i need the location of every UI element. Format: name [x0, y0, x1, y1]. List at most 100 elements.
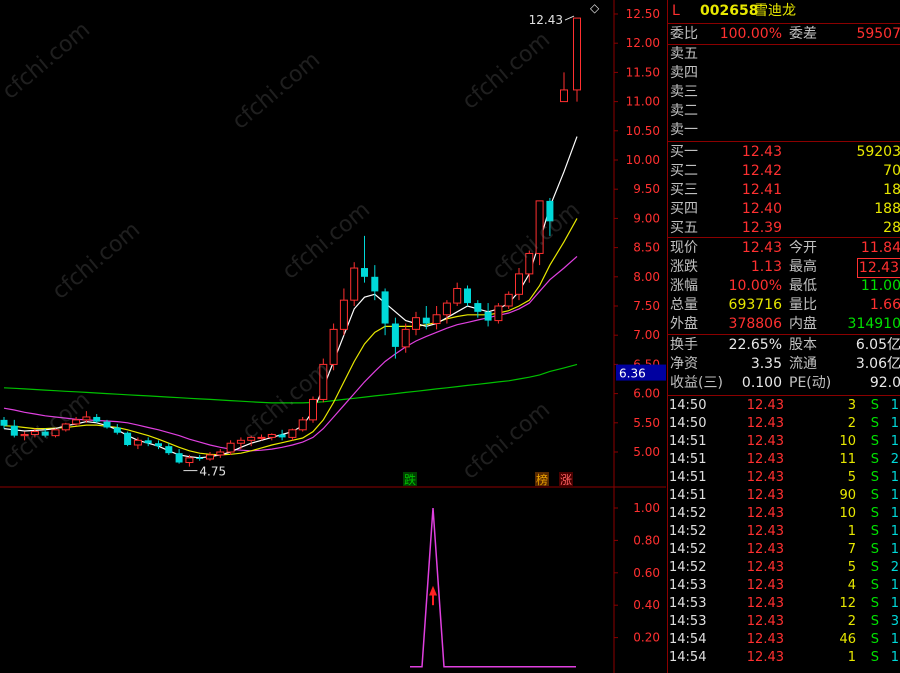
tick-price: 12.43 [746, 488, 784, 503]
bid-label: 买三 [670, 182, 698, 198]
stat-label: 涨跌 [670, 259, 698, 275]
stat-value: 378806 [728, 316, 782, 332]
tick-row[interactable]: 14:52 12.43 10 S 1 [668, 505, 900, 523]
stat-label: 最低 [789, 278, 817, 294]
candle-body-up [298, 419, 307, 431]
tick-side: S [870, 416, 879, 431]
tick-row[interactable]: 14:51 12.43 10 S 1 [668, 433, 900, 451]
bid-row[interactable]: 买二 12.42 70 [668, 162, 900, 180]
tick-side: S [870, 434, 879, 449]
tick-volume: 7 [847, 542, 856, 557]
stat-label: 总量 [670, 297, 698, 313]
price-tick-label: 12.50 [626, 7, 660, 21]
candle-body-up [133, 439, 142, 446]
tick-count: 2 [890, 452, 899, 467]
candle-body-down [474, 303, 482, 312]
weibi-value: 100.00% [719, 26, 782, 42]
tick-row[interactable]: 14:50 12.43 3 S 1 [668, 397, 900, 415]
candle-body-up [309, 398, 317, 421]
tick-price: 12.43 [746, 542, 784, 557]
buy-arrow-icon [429, 585, 437, 596]
watermark: cfchi.com [48, 217, 145, 304]
quote-panel: L 002658 雪迪龙 委比 100.00% 委差 59507 卖五 卖四 卖三卖… [667, 0, 900, 673]
tick-row[interactable]: 14:53 12.43 2 S 3 [668, 613, 900, 631]
bid-row[interactable]: 买四 12.40 188 [668, 200, 900, 218]
candle-body-down [484, 311, 492, 321]
bid-price: 12.39 [741, 220, 782, 236]
bid-volume: 28 [883, 220, 900, 236]
tick-row[interactable]: 14:50 12.43 2 S 1 [668, 415, 900, 433]
kline-chart-area[interactable]: 12.50 12.00 11.50 11.00 10.50 10.00 9.50 9.00 8.… [0, 0, 666, 673]
ask-row[interactable]: 卖五 [668, 45, 900, 63]
price-tick-label: 10.50 [626, 124, 660, 138]
candle-body-up [504, 293, 513, 307]
ask-row[interactable]: 卖三 [668, 83, 900, 101]
tick-time: 14:52 [669, 524, 707, 539]
stat-value: 10.00% [728, 278, 782, 294]
low-label: 4.75 [199, 465, 226, 479]
weibi-label: 委比 [670, 26, 698, 42]
tick-row[interactable]: 14:52 12.43 7 S 1 [668, 541, 900, 559]
tick-price: 12.43 [746, 398, 784, 413]
stat-value: 1.66 [869, 297, 900, 313]
ask-row[interactable]: 卖一 [668, 121, 900, 139]
tick-price: 12.43 [746, 596, 784, 611]
fundamental-label: 股本 [789, 337, 817, 353]
fundamental-value: 6.05亿 [855, 337, 900, 353]
bid-row[interactable]: 买三 12.41 18 [668, 181, 900, 199]
tick-row[interactable]: 14:52 12.43 5 S 2 [668, 559, 900, 577]
price-tick-label: 12.00 [626, 36, 660, 50]
signal-label: 涨 [560, 472, 572, 487]
current-price-text: 6.36 [619, 367, 646, 381]
fundamental-label: 换手 [670, 337, 698, 353]
ask-row[interactable]: 卖二 [668, 102, 900, 120]
tick-volume: 11 [839, 452, 856, 467]
bid-row[interactable]: 买一 12.43 59203 [668, 143, 900, 161]
bid-label: 买二 [670, 163, 698, 179]
ask-row[interactable]: 卖四 [668, 64, 900, 82]
candle-body-up [226, 442, 235, 453]
weibi-row: 委比 100.00% 委差 59507 [668, 25, 900, 43]
tick-row[interactable]: 14:52 12.43 1 S 1 [668, 523, 900, 541]
tick-row[interactable]: 14:54 12.43 46 S 1 [668, 631, 900, 649]
stat-value: 12.43 [741, 240, 782, 256]
weicha-label: 委差 [789, 26, 817, 42]
tick-time: 14:52 [669, 560, 707, 575]
tick-time: 14:51 [669, 452, 707, 467]
tick-volume: 5 [847, 470, 856, 485]
bid-price: 12.40 [741, 201, 782, 217]
price-tick-label: 8.50 [633, 241, 660, 255]
ask-label: 卖二 [670, 103, 698, 119]
stat-label: 涨幅 [670, 278, 698, 294]
tick-row[interactable]: 14:51 12.43 5 S 1 [668, 469, 900, 487]
tick-row[interactable]: 14:51 12.43 90 S 1 [668, 487, 900, 505]
tick-row[interactable]: 14:53 12.43 4 S 1 [668, 577, 900, 595]
bid-row[interactable]: 买五 12.39 28 [668, 219, 900, 237]
kline-chart[interactable]: 12.50 12.00 11.50 11.00 10.50 10.00 9.50 9.00 8.… [0, 0, 666, 673]
tick-time: 14:50 [669, 416, 707, 431]
stat-value: 314910 [847, 316, 900, 332]
high-pointer [564, 15, 575, 21]
tick-price: 12.43 [746, 434, 784, 449]
divider [668, 237, 900, 238]
tick-side: S [870, 524, 879, 539]
stat-label: 现价 [670, 240, 698, 256]
candle-body-down [371, 276, 379, 292]
tick-count: 1 [890, 434, 899, 449]
tick-count: 1 [890, 578, 899, 593]
tick-side: S [870, 578, 879, 593]
tick-row[interactable]: 14:51 12.43 11 S 2 [668, 451, 900, 469]
indicator-tick-label: 0.40 [633, 598, 660, 612]
price-tick-label: 11.00 [626, 95, 660, 109]
stat-value: 12.43 [856, 258, 900, 278]
tick-row[interactable]: 14:53 12.43 12 S 1 [668, 595, 900, 613]
price-tick-label: 8.00 [633, 270, 660, 284]
stat-label: 今开 [789, 240, 817, 256]
watermark: cfchi.com [228, 47, 325, 134]
tick-row[interactable]: 14:54 12.43 1 S 1 [668, 649, 900, 667]
tick-side: S [870, 560, 879, 575]
candle-body-up [494, 305, 503, 322]
price-tick-label: 5.50 [633, 416, 660, 430]
price-tick-label: 10.00 [626, 153, 660, 167]
market-flag: L [672, 3, 680, 19]
